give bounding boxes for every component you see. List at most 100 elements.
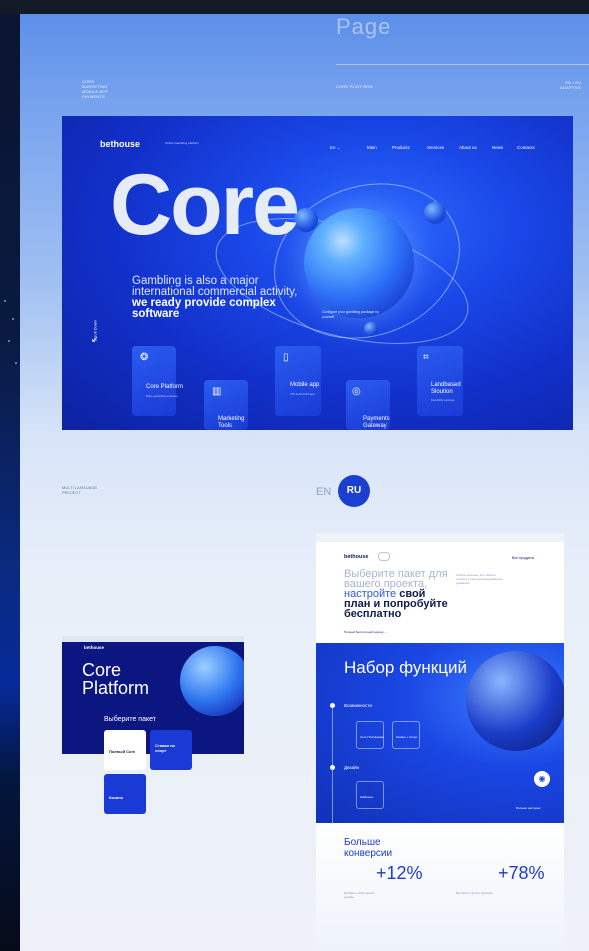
football-graphic: [466, 651, 564, 751]
tagline-plain: Gambling is also a major international c…: [132, 275, 298, 298]
card-marketing[interactable]: ▥ Marketing Tools: [204, 380, 248, 430]
nav-contacts[interactable]: Contacts: [517, 145, 535, 150]
stat-label: Выберите просто функции: [456, 891, 493, 895]
meta-line: PROJECT: [62, 490, 81, 495]
chip-icon: ⌗: [423, 352, 429, 363]
hero-tagline: Gambling is also a major international c…: [132, 275, 302, 320]
mock-title-line: Core: [82, 660, 122, 680]
ru-headline: Выберите пакет для вашего проекта, настр…: [344, 568, 454, 620]
nav-products[interactable]: Products: [392, 145, 410, 150]
mockup-russian: bethouse Все продукты Выберите пакет для…: [316, 533, 564, 951]
ru-option-box[interactable]: Core Платформа: [356, 721, 384, 749]
side-strip: [0, 0, 20, 951]
ru-section-label: Дизайн: [344, 765, 360, 770]
scroll-down[interactable]: Scroll Down: [90, 264, 98, 344]
coin-icon: ◎: [352, 386, 361, 397]
ru-features-title: Набор функций: [344, 658, 467, 677]
ru-option-box[interactable]: Шаблоны: [356, 781, 384, 809]
nav-services[interactable]: Services: [427, 145, 444, 150]
ru-box-label: Core Платформа: [360, 735, 384, 739]
glow-dot: [15, 362, 17, 364]
language-selector[interactable]: En ⌄: [330, 145, 341, 151]
mini-card-sports[interactable]: Ставки на спорт: [150, 730, 192, 770]
sphere-graphic: [304, 208, 414, 318]
menu-icon[interactable]: [378, 552, 390, 561]
card-landbased[interactable]: ⌗ Landbased Sloution Flexibility setting…: [417, 346, 463, 416]
meta-line: ADAPTIVE: [560, 85, 582, 90]
timeline-dot: [330, 703, 335, 708]
tagline-bold: we ready provide complex software: [132, 297, 276, 320]
small-ball: [424, 202, 446, 224]
mock-sphere: [180, 646, 244, 716]
mini-card-label: Казино: [109, 795, 124, 800]
mini-card-casino[interactable]: Казино: [104, 774, 146, 814]
brand-logo[interactable]: bethouse: [100, 139, 140, 149]
glow-dot: [4, 300, 6, 302]
nav-news[interactable]: News: [492, 145, 503, 150]
mock-subtitle: Выберите пакет: [104, 716, 156, 723]
mini-card-full-core[interactable]: Полный Core: [104, 730, 146, 770]
card-label: Mobile app: [290, 382, 320, 388]
brand-subtitle: Online Gambling platform: [165, 141, 200, 145]
stat-value: +78%: [498, 863, 545, 883]
ru-brand: bethouse: [344, 554, 369, 560]
meta-right: EN / RU ADAPTIVE: [560, 80, 581, 90]
ru-all-products[interactable]: Все продукты: [512, 556, 534, 560]
ru-features-section: Набор функций Возможности Core Платформа…: [316, 643, 564, 825]
card-label: Core Platform: [146, 384, 184, 390]
glow-dot: [12, 318, 14, 320]
ru-trial-link[interactable]: Полный бесплатный период →: [344, 630, 387, 634]
phone-icon: ▯: [283, 352, 289, 363]
lang-ru-button[interactable]: RU: [338, 475, 370, 507]
glow-dot: [8, 340, 10, 342]
small-ball: [364, 322, 378, 336]
top-bar: [0, 0, 589, 14]
gear-icon: ❂: [140, 352, 149, 363]
ru-section-label: Возможности: [344, 703, 372, 708]
timeline-dot: [330, 765, 335, 770]
ghost-title: Page: [336, 14, 392, 39]
nav-main[interactable]: Main: [367, 145, 377, 150]
card-payments[interactable]: ◎ Payments Gateway: [346, 380, 390, 430]
card-label: Payments Gateway: [363, 416, 390, 429]
scroll-label: Scroll Down: [92, 320, 98, 342]
ru-more-settings[interactable]: Больше настроек: [516, 806, 540, 810]
ru-description: Гибкое решение для любого проекта с перс…: [456, 573, 503, 585]
target-icon[interactable]: ◉: [534, 771, 550, 787]
mock-title-line: Platform: [82, 678, 150, 698]
stat-value: +12%: [376, 863, 423, 883]
meta-left: CORE MARKETING MOBILE APP PAYMENTS: [82, 79, 108, 99]
card-sub: iOS & Android app: [290, 392, 315, 396]
card-sub: Flexibility settings: [431, 398, 455, 402]
ru-conversion-section: Больше конверсии +12% Добавьте мобильный…: [316, 823, 564, 951]
mock-title: Core Platform: [82, 661, 149, 697]
ru-conversion-line: Больше: [344, 837, 381, 848]
nav-about[interactable]: About us: [459, 145, 477, 150]
ru-box-label: Казино + Спорт: [396, 735, 418, 739]
lang-en[interactable]: EN: [316, 486, 331, 498]
mini-card-label: Полный Core: [109, 749, 136, 754]
hero-section: bethouse Online Gambling platform En ⌄ M…: [62, 116, 573, 430]
configure-note: Configure your gambling package by yours…: [322, 310, 380, 319]
ru-window-bar: [316, 533, 564, 542]
ru-conversion-line: конверсии: [344, 848, 393, 859]
meta-multilang: MULTI LANGUAGE PROJECT: [62, 485, 97, 495]
meta-middle: CORE PLATFORM: [336, 84, 373, 89]
arrow-down-left-icon: ↙: [91, 334, 99, 344]
ru-option-box[interactable]: Казино + Спорт: [392, 721, 420, 749]
card-mobile-app[interactable]: ▯ Mobile app iOS & Android app: [275, 346, 321, 416]
chart-icon: ▥: [212, 386, 222, 397]
card-sub: Base gambling software: [146, 394, 179, 398]
mini-card-label: Ставки на спорт: [155, 743, 175, 753]
ru-conversion-title: Больше конверсии: [344, 837, 392, 859]
ru-box-label: Шаблоны: [360, 795, 374, 799]
meta-line: PAYMENTS: [82, 94, 106, 99]
card-label: Landbased Sloution: [431, 382, 461, 395]
hero-title: Core: [110, 157, 300, 253]
card-label: Marketing Tools: [218, 416, 245, 429]
mock-brand: bethouse: [84, 645, 105, 650]
divider: [336, 64, 589, 65]
ru-headline-grey: Выберите пакет для вашего проекта,: [344, 568, 448, 590]
stat-label: Добавьте мобильный дизайн: [344, 891, 374, 899]
card-core-platform[interactable]: ❂ Core Platform Base gambling software: [132, 346, 183, 416]
